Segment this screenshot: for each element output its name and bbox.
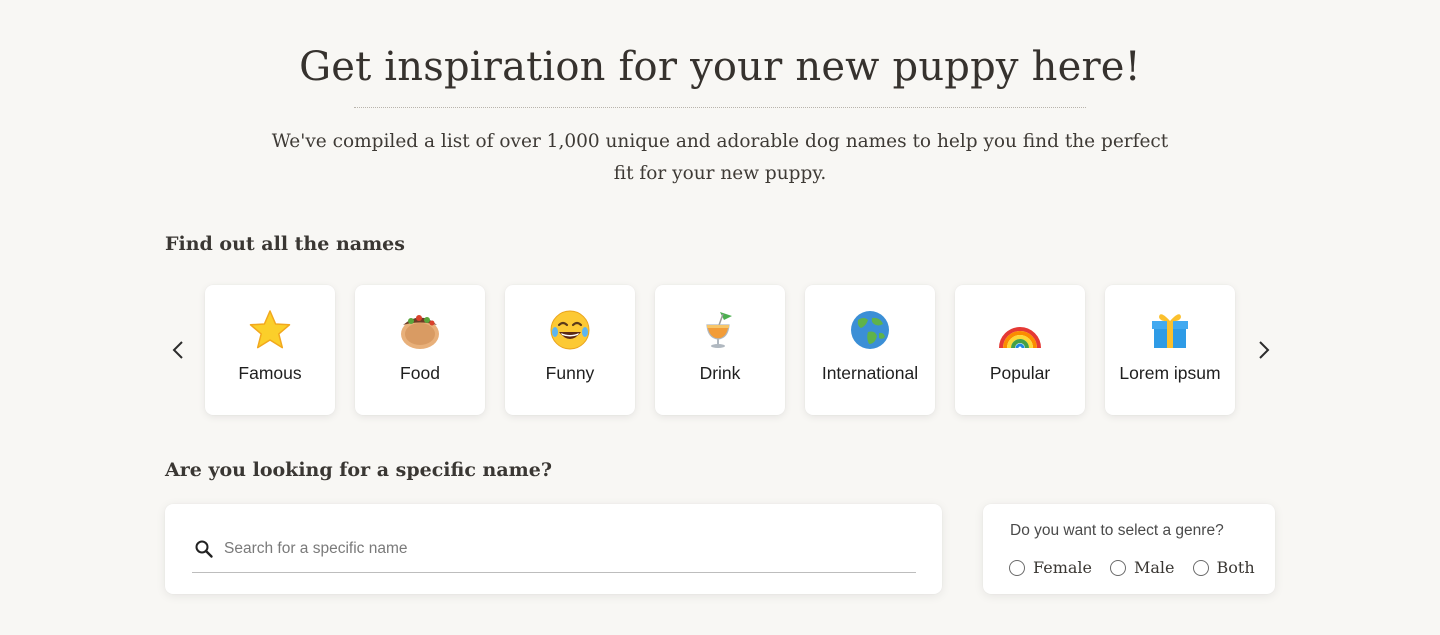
genre-option-both[interactable]: Both: [1192, 558, 1255, 577]
radio-label: Both: [1216, 558, 1255, 577]
category-label: Famous: [238, 363, 302, 383]
radio-button[interactable]: [1009, 559, 1025, 576]
radio-button[interactable]: [1192, 559, 1209, 576]
category-card-drink[interactable]: Drink: [655, 285, 785, 415]
category-label: Lorem ipsum: [1119, 363, 1221, 383]
search-heading: Are you looking for a specific name?: [165, 459, 552, 481]
laughing-face-icon: [547, 307, 593, 353]
page-title: Get inspiration for your new puppy here!: [299, 44, 1141, 90]
category-label: Food: [400, 363, 440, 383]
category-card-lorem-ipsum[interactable]: Lorem ipsum: [1105, 285, 1235, 415]
genre-option-male[interactable]: Male: [1110, 558, 1175, 577]
carousel-prev-button[interactable]: [166, 334, 190, 366]
chevron-right-icon: [1259, 341, 1270, 359]
search-input[interactable]: [224, 540, 904, 558]
category-card-popular[interactable]: Popular: [955, 285, 1085, 415]
carousel-next-button[interactable]: [1252, 334, 1276, 366]
category-card-international[interactable]: International: [805, 285, 935, 415]
burrito-icon: [397, 307, 443, 353]
globe-icon: [847, 307, 893, 353]
genre-question: Do you want to select a genre?: [1010, 522, 1224, 539]
category-label: Funny: [545, 363, 595, 383]
category-card-funny[interactable]: Funny: [505, 285, 635, 415]
page: Get inspiration for your new puppy here!…: [0, 0, 1440, 635]
search-icon: [192, 537, 216, 561]
genre-radio-group: Female Male Both: [1009, 558, 1273, 577]
categories-heading: Find out all the names: [165, 233, 405, 255]
search-field[interactable]: [192, 526, 916, 573]
search-panel: [165, 504, 942, 594]
radio-label: Female: [1033, 558, 1092, 577]
genre-option-female[interactable]: Female: [1009, 558, 1092, 577]
star-icon: [247, 307, 293, 353]
category-label: International: [821, 363, 919, 383]
category-card-famous[interactable]: Famous: [205, 285, 335, 415]
radio-button[interactable]: [1110, 559, 1126, 576]
title-divider: [354, 107, 1086, 108]
category-label: Drink: [699, 363, 741, 383]
radio-label: Male: [1134, 558, 1175, 577]
category-label: Popular: [989, 363, 1051, 383]
category-carousel: Famous Food Funny Drink International Po…: [205, 285, 1235, 415]
page-subtitle: We've compiled a list of over 1,000 uniq…: [271, 131, 1169, 184]
tropical-drink-icon: [697, 307, 743, 353]
rainbow-icon: [997, 307, 1043, 353]
chevron-left-icon: [172, 341, 183, 359]
category-card-food[interactable]: Food: [355, 285, 485, 415]
genre-panel: Do you want to select a genre? Female Ma…: [983, 504, 1275, 594]
gift-icon: [1147, 307, 1193, 353]
